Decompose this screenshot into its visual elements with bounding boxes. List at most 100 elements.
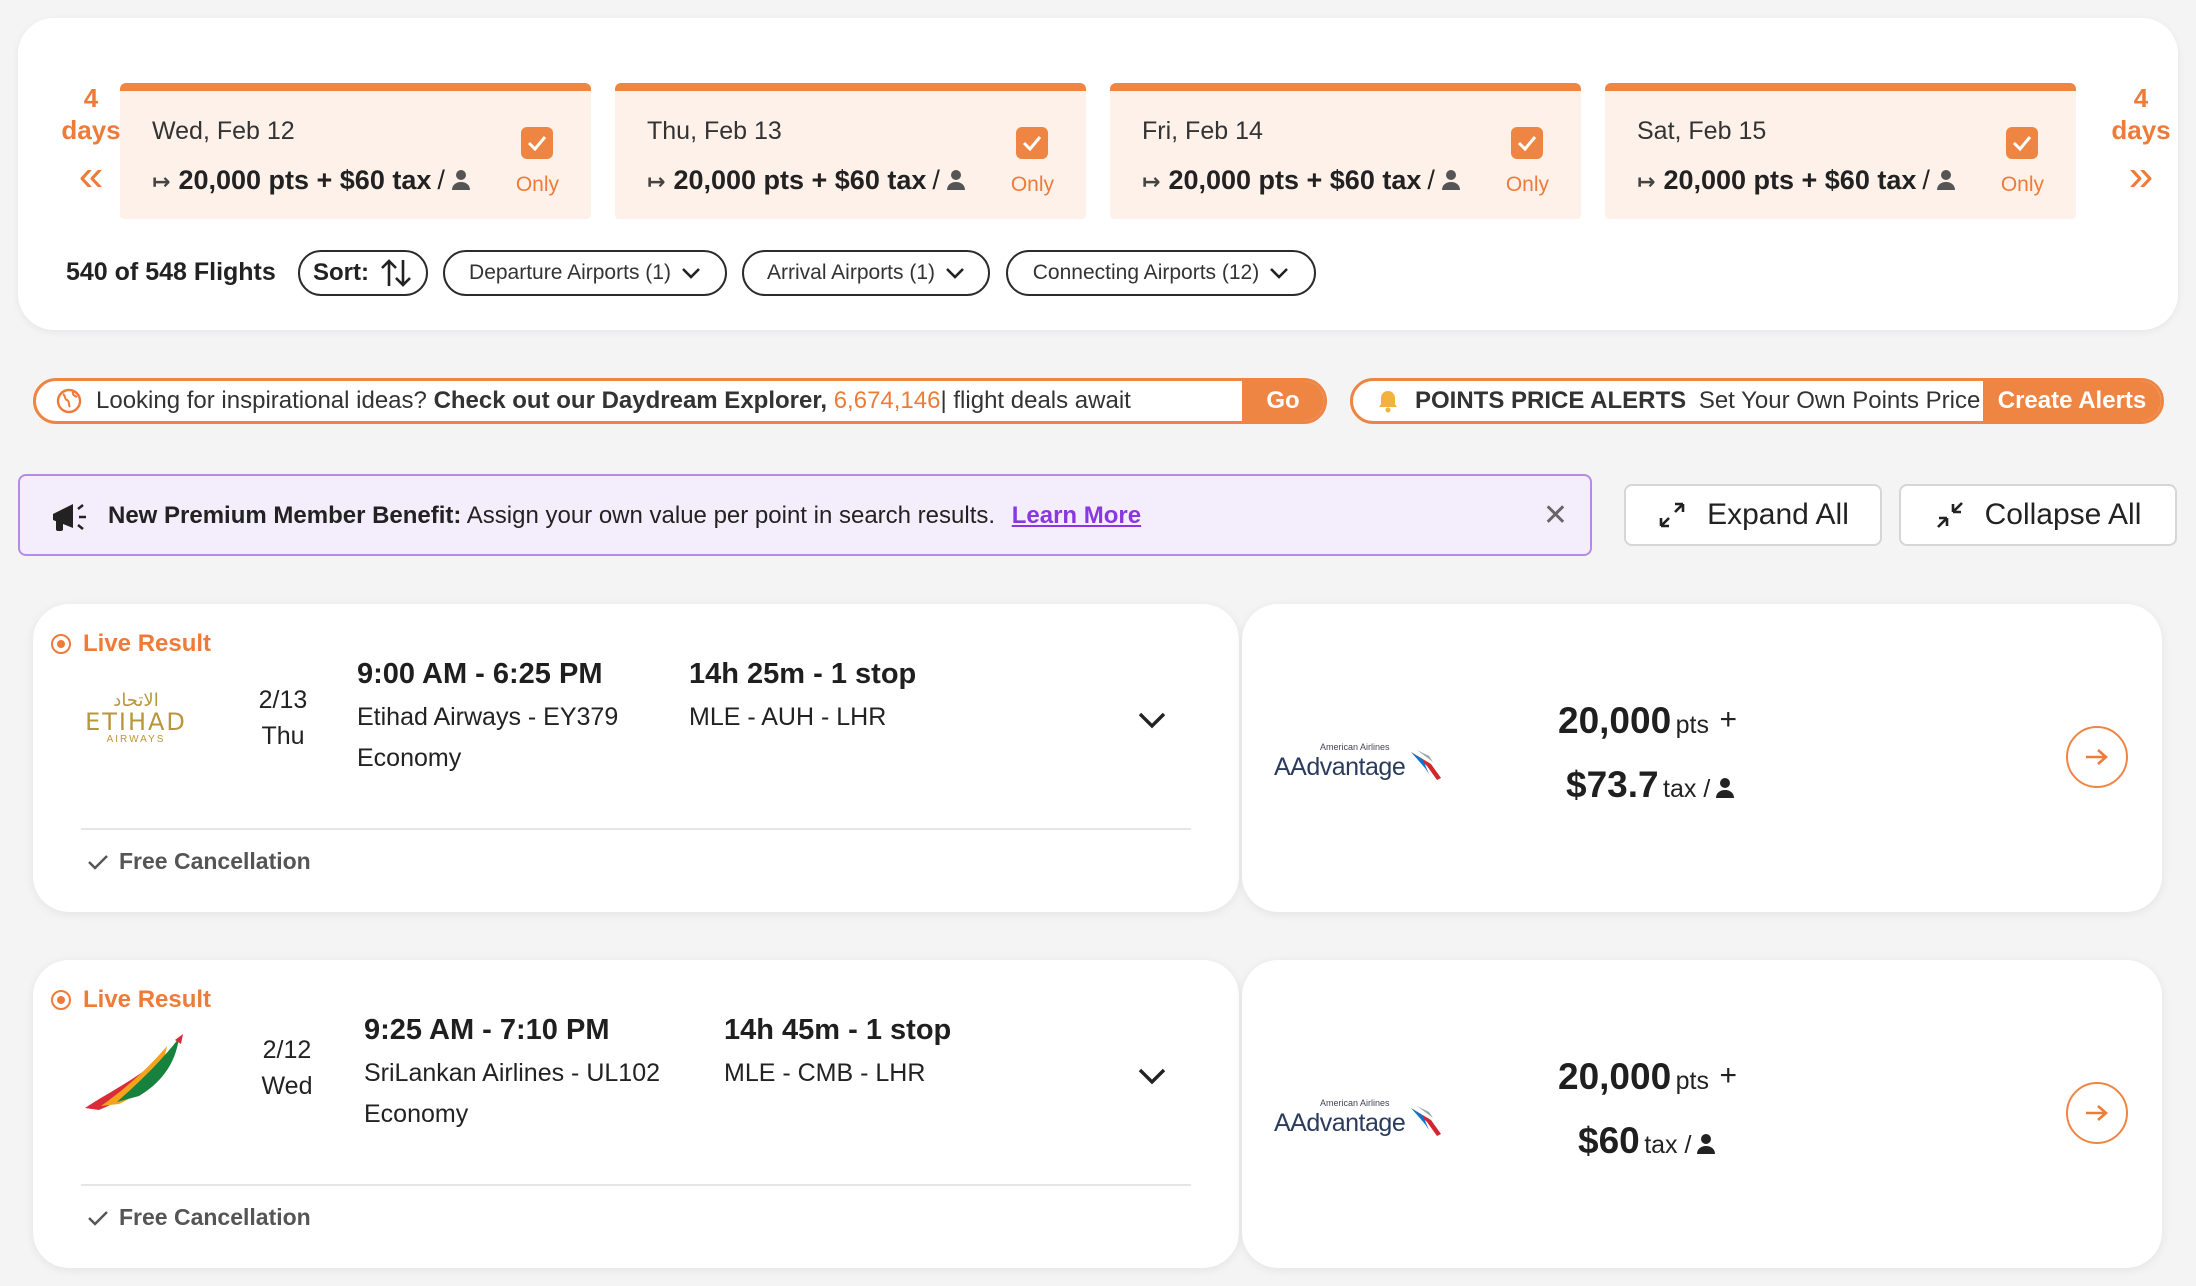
live-dot-icon bbox=[51, 990, 71, 1010]
person-icon bbox=[946, 170, 965, 190]
expand-all-button[interactable]: Expand All bbox=[1624, 484, 1882, 546]
departure-arrow-icon: ↦ bbox=[1637, 169, 1656, 194]
free-cancellation: Free Cancellation bbox=[87, 1204, 311, 1231]
cabin-class: Economy bbox=[357, 744, 462, 772]
flight-day: Thu bbox=[261, 722, 305, 750]
points-unit: pts bbox=[1675, 1067, 1709, 1095]
person-icon bbox=[1715, 778, 1734, 798]
departure-airports-filter[interactable]: Departure Airports (1) bbox=[443, 250, 727, 296]
only-checkbox[interactable] bbox=[1016, 127, 1048, 159]
person-icon bbox=[1936, 170, 1955, 190]
date-card-date: Wed, Feb 12 bbox=[152, 117, 295, 145]
next-days-label: 4 days bbox=[2111, 83, 2171, 145]
divider bbox=[81, 828, 1191, 830]
departure-arrow-icon: ↦ bbox=[647, 169, 666, 194]
plus-sign: + bbox=[1719, 703, 1737, 736]
next-days-button[interactable]: 4 days » bbox=[2086, 82, 2196, 198]
arrow-right-icon bbox=[2086, 1105, 2108, 1121]
chevron-down-icon bbox=[682, 268, 700, 279]
points-amount: 20,000 bbox=[1558, 1056, 1672, 1097]
chevron-down-icon[interactable] bbox=[1137, 710, 1167, 730]
only-checkbox[interactable] bbox=[521, 127, 553, 159]
premium-bold: New Premium Member Benefit: bbox=[108, 502, 462, 529]
only-checkbox[interactable] bbox=[1511, 127, 1543, 159]
departure-arrow-icon: ↦ bbox=[152, 169, 171, 194]
date-filter-panel: 4 days « Wed, Feb 12 ↦ 20,000 pts + $60 t… bbox=[18, 18, 2178, 330]
date-card-feb15[interactable]: Sat, Feb 15 ↦ 20,000 pts + $60 tax / Only bbox=[1605, 83, 2076, 219]
chevron-down-icon bbox=[946, 268, 964, 279]
etihad-logo: الاتحاد ETIHAD AIRWAYS bbox=[85, 690, 187, 745]
inspiration-count: 6,674,146 bbox=[833, 387, 941, 414]
date-card-feb13[interactable]: Thu, Feb 13 ↦ 20,000 pts + $60 tax / Only bbox=[615, 83, 1086, 219]
go-button[interactable]: Go bbox=[1242, 381, 1324, 421]
only-label[interactable]: Only bbox=[1011, 173, 1054, 197]
megaphone-icon bbox=[53, 504, 86, 531]
flights-count: 540 of 548 Flights bbox=[66, 258, 276, 286]
free-cancellation: Free Cancellation bbox=[87, 848, 311, 875]
flight-date: 2/12 bbox=[262, 1036, 312, 1064]
date-card-price: ↦ 20,000 pts + $60 tax / bbox=[1637, 165, 1956, 196]
person-icon bbox=[1696, 1134, 1715, 1154]
premium-benefit-notice: New Premium Member Benefit: Assign your … bbox=[18, 474, 1592, 556]
aadvantage-logo: American Airlines AAdvantage bbox=[1274, 742, 1454, 782]
result-card-flight-info[interactable]: Live Result 2/12 Wed 9:25 AM - 7:10 PM S… bbox=[33, 960, 1239, 1268]
create-alerts-button[interactable]: Create Alerts bbox=[1983, 381, 2161, 421]
flight-times: 9:25 AM - 7:10 PM bbox=[364, 1014, 610, 1046]
inspiration-lead: Looking for inspirational ideas? bbox=[96, 387, 427, 414]
collapse-all-button[interactable]: Collapse All bbox=[1899, 484, 2177, 546]
flight-number: SriLankan Airlines - UL102 bbox=[364, 1059, 660, 1087]
divider bbox=[81, 1184, 1191, 1186]
bell-icon bbox=[1379, 391, 1397, 413]
date-card-price: ↦ 20,000 pts + $60 tax / bbox=[647, 165, 966, 196]
tax-unit: tax / bbox=[1644, 1131, 1692, 1159]
aa-eagle-icon bbox=[1411, 750, 1442, 780]
live-result-badge: Live Result bbox=[51, 986, 211, 1014]
inspiration-tail: | flight deals await bbox=[940, 387, 1131, 414]
flight-duration: 14h 25m - 1 stop bbox=[689, 658, 917, 690]
date-card-date: Sat, Feb 15 bbox=[1637, 117, 1767, 145]
flight-route: MLE - CMB - LHR bbox=[724, 1059, 926, 1087]
points-unit: pts bbox=[1675, 711, 1709, 739]
sort-button[interactable]: Sort: bbox=[298, 250, 428, 296]
date-card-date: Fri, Feb 14 bbox=[1142, 117, 1263, 145]
only-label[interactable]: Only bbox=[1506, 173, 1549, 197]
tax-amount: $73.7 bbox=[1566, 764, 1659, 805]
person-icon bbox=[451, 170, 470, 190]
learn-more-link[interactable]: Learn More bbox=[1012, 502, 1141, 529]
check-icon bbox=[88, 1210, 108, 1226]
flight-number: Etihad Airways - EY379 bbox=[357, 703, 619, 731]
departure-arrow-icon: ↦ bbox=[1142, 169, 1161, 194]
globe-icon bbox=[56, 388, 82, 414]
alerts-text: Set Your Own Points Price bbox=[1698, 387, 1981, 414]
flight-duration: 14h 45m - 1 stop bbox=[724, 1014, 952, 1046]
result-card-price[interactable]: American Airlines AAdvantage 20,000 pts … bbox=[1242, 604, 2162, 912]
srilankan-logo bbox=[85, 1034, 183, 1110]
only-label[interactable]: Only bbox=[516, 173, 559, 197]
only-label[interactable]: Only bbox=[2001, 173, 2044, 197]
premium-text: Assign your own value per point in searc… bbox=[466, 502, 996, 529]
aa-eagle-icon bbox=[1411, 1106, 1442, 1136]
select-flight-button[interactable] bbox=[2066, 726, 2128, 788]
cabin-class: Economy bbox=[364, 1100, 469, 1128]
chevron-down-icon[interactable] bbox=[1137, 1066, 1167, 1086]
connecting-airports-filter[interactable]: Connecting Airports (12) bbox=[1006, 250, 1316, 296]
tax-unit: tax / bbox=[1663, 775, 1711, 803]
date-card-price: ↦ 20,000 pts + $60 tax / bbox=[152, 165, 471, 196]
result-card-price[interactable]: American Airlines AAdvantage 20,000 pts … bbox=[1242, 960, 2162, 1268]
flight-times: 9:00 AM - 6:25 PM bbox=[357, 658, 603, 690]
close-icon[interactable]: ✕ bbox=[1543, 498, 1568, 533]
tax-amount: $60 bbox=[1578, 1120, 1640, 1161]
live-result-badge: Live Result bbox=[51, 630, 211, 658]
date-card-feb12[interactable]: Wed, Feb 12 ↦ 20,000 pts + $60 tax / Only bbox=[120, 83, 591, 219]
only-checkbox[interactable] bbox=[2006, 127, 2038, 159]
result-card-flight-info[interactable]: Live Result الاتحاد ETIHAD AIRWAYS 2/13 … bbox=[33, 604, 1239, 912]
person-icon bbox=[1441, 170, 1460, 190]
select-flight-button[interactable] bbox=[2066, 1082, 2128, 1144]
plus-sign: + bbox=[1719, 1059, 1737, 1092]
date-card-feb14[interactable]: Fri, Feb 14 ↦ 20,000 pts + $60 tax / Only bbox=[1110, 83, 1581, 219]
collapse-icon bbox=[1936, 502, 1963, 528]
chevron-down-icon bbox=[1270, 268, 1289, 279]
inspiration-bold: Check out our Daydream Explorer, bbox=[433, 387, 828, 414]
arrival-airports-filter[interactable]: Arrival Airports (1) bbox=[742, 250, 990, 296]
live-dot-icon bbox=[51, 634, 71, 654]
